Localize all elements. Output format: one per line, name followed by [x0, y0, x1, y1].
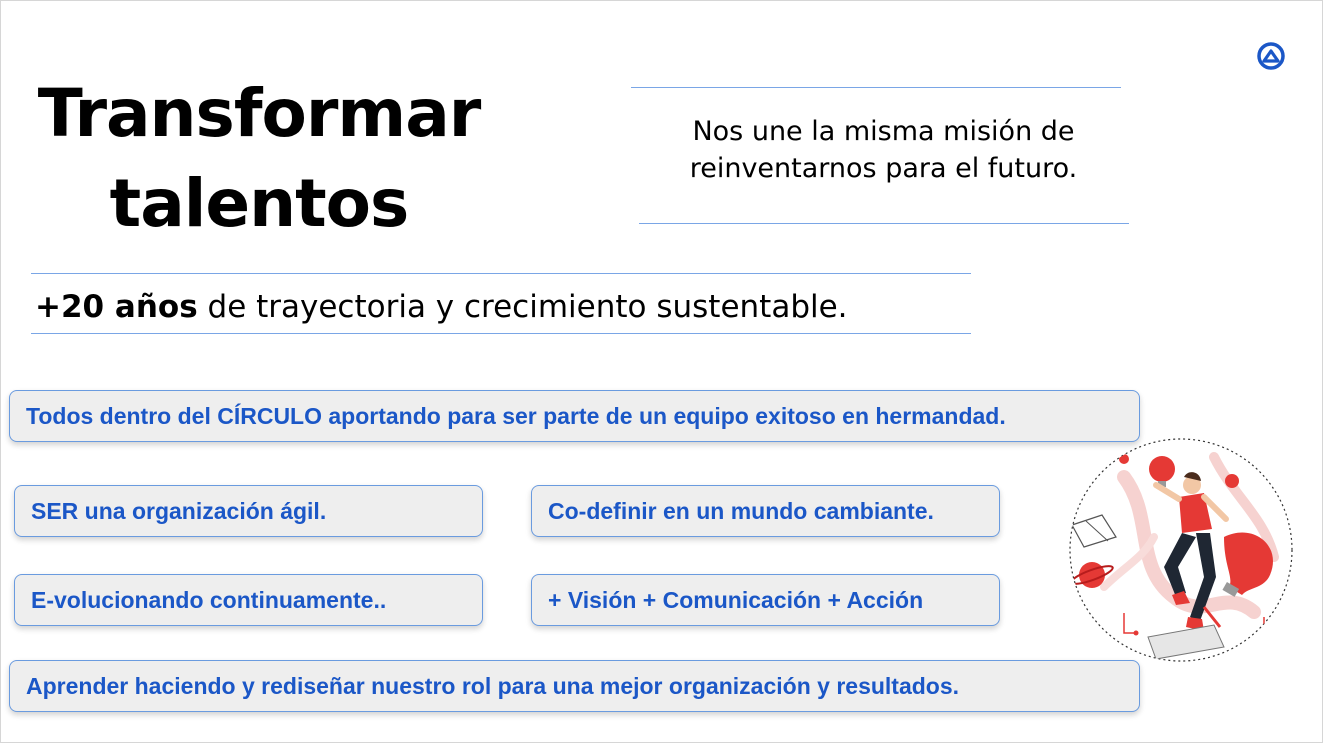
title-line-1: Transformar: [37, 75, 482, 152]
years-text: de trayectoria y crecimiento sustentable…: [197, 289, 848, 325]
divider-line: [639, 223, 1129, 224]
pillar-vision: + Visión + Comunicación + Acción: [531, 574, 1000, 626]
divider-line: [31, 333, 971, 334]
floating-person-illustration: [1069, 438, 1293, 662]
pillar-codefinir: Co-definir en un mundo cambiante.: [531, 485, 1000, 537]
pillar-aprender: Aprender haciendo y rediseñar nuestro ro…: [9, 660, 1140, 712]
pillar-evolucionando: E-volucionando continuamente..: [14, 574, 483, 626]
pillar-ser: SER una organización ágil.: [14, 485, 483, 537]
divider-line: [31, 273, 971, 274]
years-highlight: +20 años: [35, 289, 198, 325]
title-line-2: talentos: [109, 165, 410, 242]
years-statement: +20 años de trayectoria y crecimiento su…: [35, 285, 975, 329]
divider-line: [631, 87, 1121, 88]
brand-logo-icon: [1257, 42, 1285, 70]
slide: Transformar talentos Nos une la misma mi…: [0, 0, 1323, 743]
pillar-circle: Todos dentro del CÍRCULO aportando para …: [9, 390, 1140, 442]
mission-statement: Nos une la misma misión de reinventarnos…: [689, 116, 1078, 184]
page-title: Transformar talentos: [29, 69, 489, 249]
